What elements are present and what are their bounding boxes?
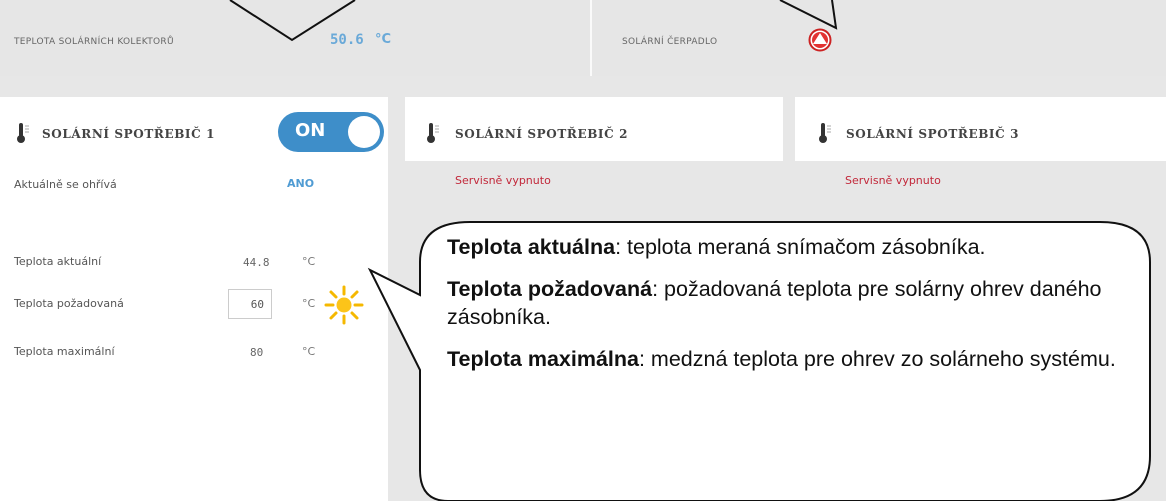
- callout-item-current: Teplota aktuálna: teplota meraná snímačo…: [447, 235, 986, 259]
- top-callout-tail-right: [779, 0, 838, 30]
- top-callout-tail-left: [229, 0, 356, 42]
- callout-text: Teplota aktuálna: teplota meraná snímačo…: [447, 233, 1127, 387]
- callout-item-target: Teplota požadovaná: požadovaná teplota p…: [447, 277, 1102, 329]
- callout-item-max: Teplota maximálna: medzná teplota pre oh…: [447, 347, 1116, 371]
